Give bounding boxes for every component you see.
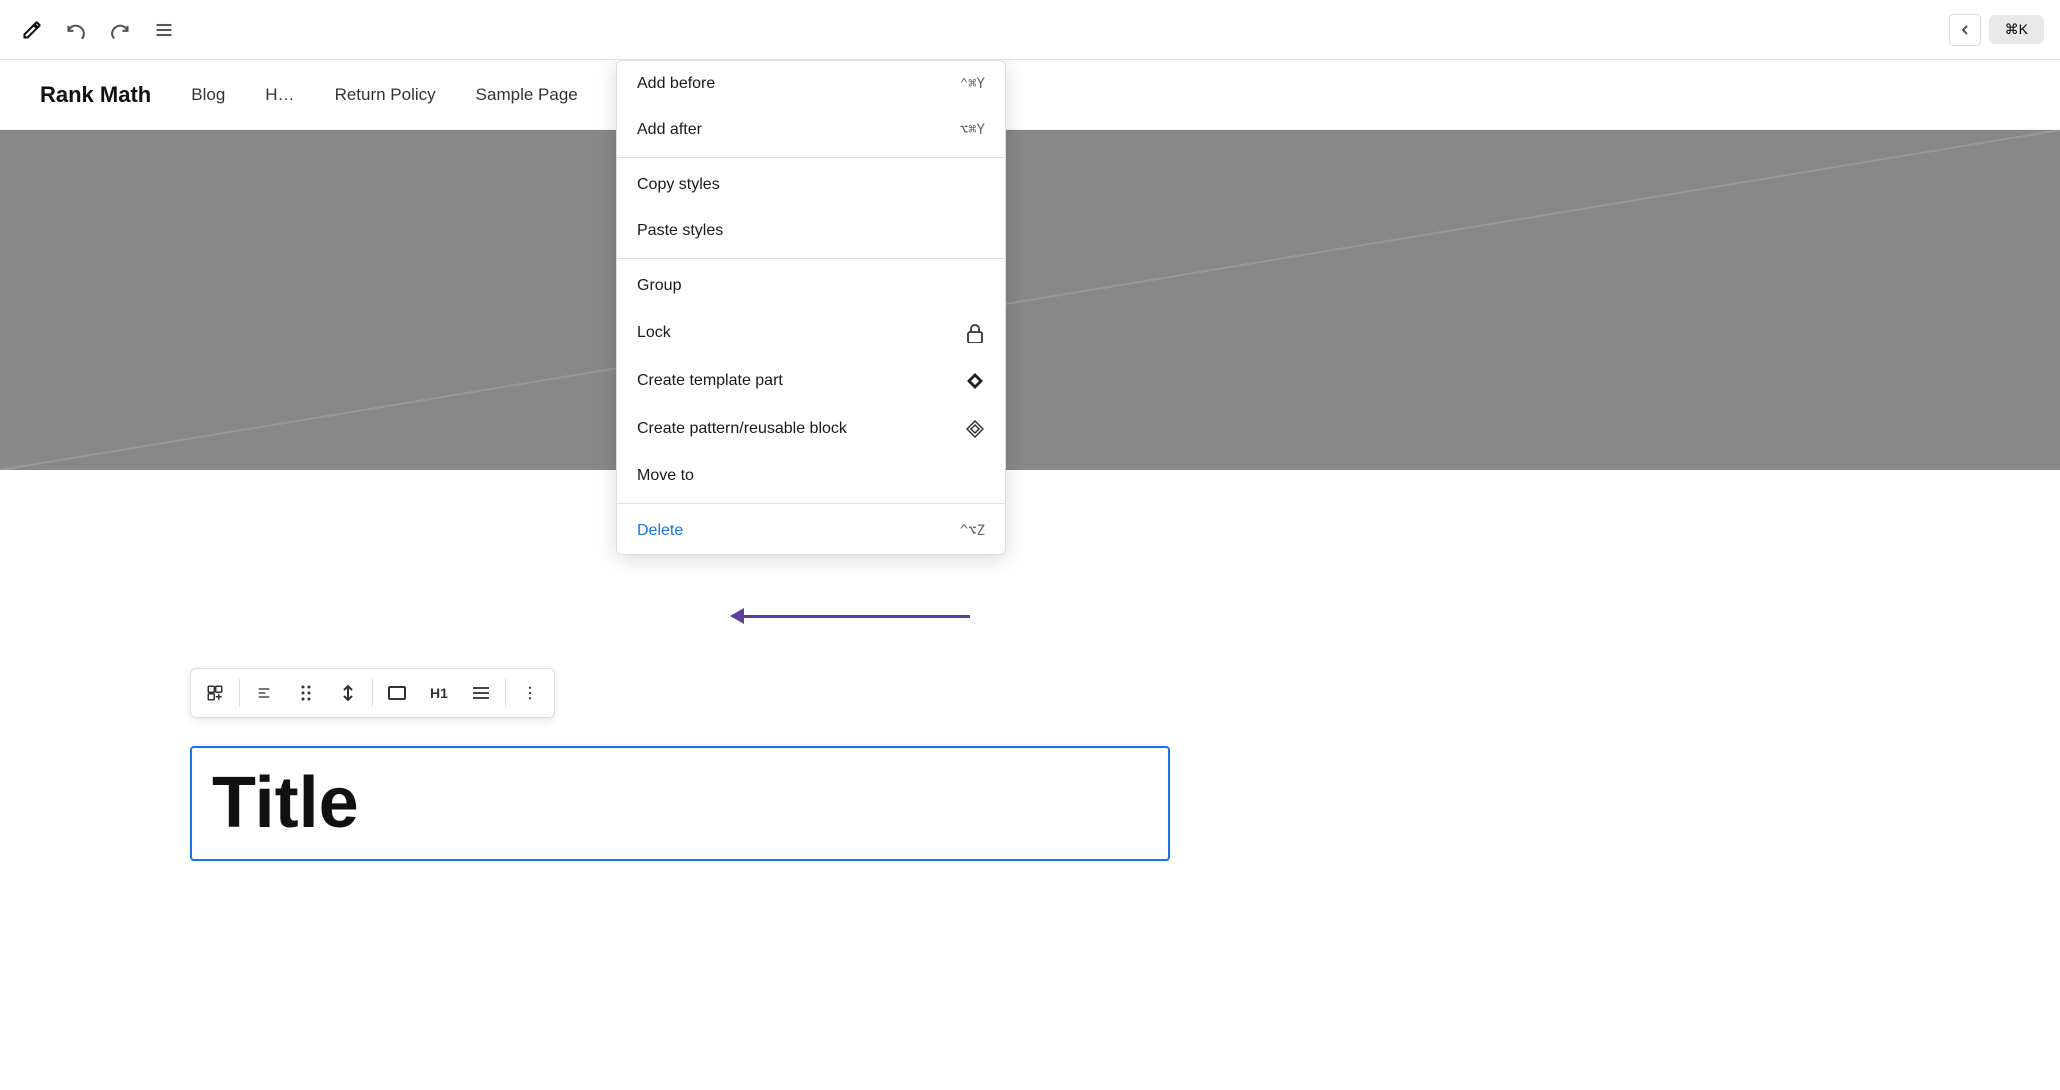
nav-item-sample[interactable]: Sample Page <box>476 85 578 105</box>
delete-shortcut: ^⌥Z <box>960 523 985 539</box>
menu-item-copy-styles[interactable]: Copy styles <box>617 162 1005 208</box>
template-icon <box>965 371 985 391</box>
block-tool-link[interactable] <box>195 673 235 713</box>
add-after-shortcut: ⌥⌘Y <box>960 122 985 138</box>
menu-divider-3 <box>617 503 1005 504</box>
block-tool-text[interactable] <box>244 673 284 713</box>
arrow-line <box>744 615 970 618</box>
h1-label: H1 <box>430 685 448 701</box>
divider-3 <box>505 679 506 707</box>
create-template-label: Create template part <box>637 372 783 390</box>
menu-item-create-template[interactable]: Create template part <box>617 357 1005 405</box>
create-pattern-label: Create pattern/reusable block <box>637 420 847 438</box>
add-after-label: Add after <box>637 121 702 139</box>
add-before-shortcut: ⌃⌘Y <box>960 76 985 92</box>
title-block[interactable]: Title <box>190 746 1170 861</box>
nav-item-blog[interactable]: Blog <box>191 85 225 105</box>
redo-button[interactable] <box>104 14 136 46</box>
menu-divider-2 <box>617 258 1005 259</box>
lock-icon <box>965 323 985 343</box>
add-before-label: Add before <box>637 75 715 93</box>
menu-item-add-before[interactable]: Add before ⌃⌘Y <box>617 61 1005 107</box>
arrow-annotation <box>730 608 970 624</box>
nav-item-h[interactable]: H… <box>265 85 294 105</box>
block-toolbar-wrap: H1 <box>190 668 555 718</box>
menu-item-paste-styles[interactable]: Paste styles <box>617 208 1005 254</box>
move-to-label: Move to <box>637 467 694 485</box>
arrow-head <box>730 608 744 624</box>
title-text: Title <box>212 763 359 843</box>
block-tool-move[interactable] <box>328 673 368 713</box>
block-tool-align[interactable] <box>377 673 417 713</box>
pattern-icon <box>965 419 985 439</box>
context-menu: Add before ⌃⌘Y Add after ⌥⌘Y Copy styles… <box>616 60 1006 555</box>
nav-bar: Rank Math Blog H… Return Policy Sample P… <box>0 60 2060 130</box>
menu-divider-1 <box>617 157 1005 158</box>
divider-2 <box>372 679 373 707</box>
nav-brand: Rank Math <box>40 82 151 108</box>
menu-item-add-after[interactable]: Add after ⌥⌘Y <box>617 107 1005 153</box>
block-tool-h1[interactable]: H1 <box>419 673 459 713</box>
lock-label: Lock <box>637 324 671 342</box>
copy-styles-label: Copy styles <box>637 176 720 194</box>
block-tool-justify[interactable] <box>461 673 501 713</box>
menu-button[interactable] <box>148 14 180 46</box>
menu-item-move-to[interactable]: Move to <box>617 453 1005 499</box>
undo-button[interactable] <box>60 14 92 46</box>
block-tool-more[interactable] <box>510 673 550 713</box>
delete-label: Delete <box>637 522 683 540</box>
collapse-button[interactable] <box>1949 14 1981 46</box>
pen-button[interactable] <box>16 14 48 46</box>
group-label: Group <box>637 277 681 295</box>
block-tool-drag[interactable] <box>286 673 326 713</box>
menu-item-delete[interactable]: Delete ^⌥Z <box>617 508 1005 554</box>
menu-item-create-pattern[interactable]: Create pattern/reusable block <box>617 405 1005 453</box>
cmd-k-button[interactable]: ⌘K <box>1989 15 2044 44</box>
nav-item-return[interactable]: Return Policy <box>335 85 436 105</box>
paste-styles-label: Paste styles <box>637 222 723 240</box>
cmd-k-label: ⌘K <box>2005 21 2028 38</box>
menu-item-group[interactable]: Group <box>617 263 1005 309</box>
menu-item-lock[interactable]: Lock <box>617 309 1005 357</box>
main-content: Rank Math Blog H… Return Policy Sample P… <box>0 60 2060 1090</box>
toolbar-right: ⌘K <box>1949 14 2044 46</box>
top-toolbar: ⌘K <box>0 0 2060 60</box>
block-toolbar: H1 <box>190 668 555 718</box>
divider-1 <box>239 679 240 707</box>
hero-area <box>0 130 2060 470</box>
